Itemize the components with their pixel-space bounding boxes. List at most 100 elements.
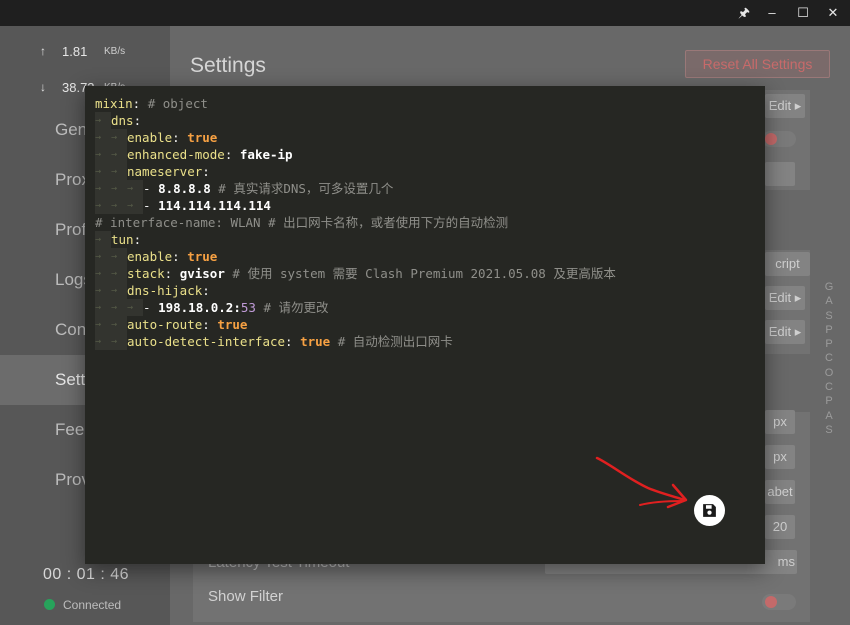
letter[interactable]: S [822, 309, 836, 323]
code-token: stack [127, 266, 165, 281]
download-arrow-icon: ↓ [40, 80, 46, 94]
minimize-button[interactable]: – [759, 2, 785, 24]
side-letter-index: G A S P P C O C P A S [822, 280, 836, 437]
code-token: : [172, 249, 188, 264]
code-token: # 使用 system 需要 Clash Premium 2021.05.08 … [232, 266, 616, 281]
sort-select[interactable]: abet [765, 480, 795, 504]
maximize-button[interactable]: ☐ [790, 2, 816, 24]
code-token: : [224, 147, 240, 162]
indent-guide-icon: → [111, 299, 127, 316]
indent-guide-icon: → [111, 180, 127, 197]
code-token: # 自动检测出口网卡 [337, 334, 453, 349]
letter[interactable]: P [822, 337, 836, 351]
code-token: : [202, 317, 218, 332]
code-token: : [172, 130, 188, 145]
indent-guide-icon: → [95, 316, 111, 333]
code-token: 198.18.0.2: [158, 300, 241, 315]
show-filter-row: Show Filter [193, 582, 810, 622]
px-input[interactable]: px [765, 410, 795, 434]
letter[interactable]: S [822, 423, 836, 437]
code-line: → → → - 114.114.114.114 [95, 197, 616, 214]
edit-button[interactable]: Edit ▸ [765, 286, 805, 310]
upload-unit: KB/s [104, 46, 126, 57]
letter[interactable]: G [822, 280, 836, 294]
upload-speed: ↑ 1.81 KB/s [0, 34, 170, 72]
indent-guide-icon: → [95, 265, 111, 282]
letter[interactable]: C [822, 351, 836, 365]
indent-guide-icon: → [111, 197, 127, 214]
indent-guide-icon: → [127, 180, 143, 197]
letter[interactable]: C [822, 380, 836, 394]
code-token: : [202, 164, 210, 179]
yaml-code-editor[interactable]: mixin: # object → dns: → → enable: true → → enha… [95, 95, 616, 350]
indent-guide-icon: → [95, 112, 111, 129]
edit-button[interactable]: Edit ▸ [765, 94, 805, 118]
code-token: - [143, 198, 159, 213]
code-token: mixin [95, 96, 133, 111]
setting-toggle[interactable] [762, 131, 796, 147]
letter[interactable]: P [822, 323, 836, 337]
indent-guide-icon: → [95, 146, 111, 163]
code-token: true [187, 249, 218, 264]
code-line: → → → - 8.8.8.8 # 真实请求DNS，可多设置几个 [95, 180, 616, 197]
px-input[interactable]: px [765, 445, 795, 469]
upload-value: 1.81 [62, 44, 88, 59]
setting-input[interactable] [765, 162, 795, 186]
page-title: Settings [190, 54, 266, 77]
code-line: → → stack: gvisor # 使用 system 需要 Clash Pre… [95, 265, 616, 282]
show-filter-toggle[interactable] [762, 594, 796, 610]
letter[interactable]: A [822, 409, 836, 423]
code-token: # 请勿更改 [263, 300, 329, 315]
number-input[interactable]: 20 [765, 515, 795, 539]
code-token: dns-hijack [127, 283, 203, 298]
code-line: → dns: [95, 112, 616, 129]
code-token: : [202, 283, 210, 298]
indent-guide-icon: → [95, 333, 111, 350]
code-line: → → enhanced-mode: fake-ip [95, 146, 616, 163]
code-token: 8.8.8.8 [158, 181, 211, 196]
code-token: 53 [240, 300, 256, 315]
letter[interactable]: A [822, 294, 836, 308]
code-line: → → dns-hijack: [95, 282, 616, 299]
close-button[interactable]: ✕ [820, 2, 846, 24]
indent-guide-icon: → [111, 265, 127, 282]
edit-button[interactable]: Edit ▸ [765, 320, 805, 344]
code-token: # 真实请求DNS，可多设置几个 [218, 181, 394, 196]
letter[interactable]: O [822, 366, 836, 380]
code-line: # interface-name: WLAN # 出口网卡名称，或者使用下方的自… [95, 214, 616, 231]
code-token: true [300, 334, 331, 349]
reset-all-settings-button[interactable]: Reset All Settings [685, 50, 830, 78]
code-token: enable [127, 249, 173, 264]
code-token: auto-detect-interface [127, 334, 286, 349]
letter[interactable]: P [822, 394, 836, 408]
indent-guide-icon: → [111, 248, 127, 265]
code-line: → → nameserver: [95, 163, 616, 180]
code-line: → → auto-route: true [95, 316, 616, 333]
indent-guide-icon: → [95, 197, 111, 214]
indent-guide-icon: → [95, 129, 111, 146]
code-line: mixin: # object [95, 95, 616, 112]
indent-guide-icon: → [111, 163, 127, 180]
indent-guide-icon: → [111, 146, 127, 163]
code-line: → → enable: true [95, 248, 616, 265]
code-line: → → enable: true [95, 129, 616, 146]
code-token: # object [147, 96, 208, 111]
floppy-disk-icon [703, 504, 716, 517]
code-token: enable [127, 130, 173, 145]
code-token: tun [111, 232, 134, 247]
code-token: : [285, 334, 301, 349]
code-token: gvisor [179, 266, 225, 281]
red-arrow-annotation [595, 456, 688, 509]
code-token: : [133, 113, 142, 128]
script-button[interactable]: cript [765, 252, 810, 276]
code-line: → → auto-detect-interface: true # 自动检测出口网卡 [95, 333, 616, 350]
pin-icon[interactable]: 🖈 [731, 2, 757, 24]
code-line: → tun: [95, 231, 616, 248]
uptime-timer: 00 : 01 : 46 [43, 566, 130, 583]
code-line: → → → - 198.18.0.2:53 # 请勿更改 [95, 299, 616, 316]
code-token: - [143, 181, 159, 196]
code-token: enhanced-mode [127, 147, 225, 162]
code-token: auto-route [127, 317, 203, 332]
indent-guide-icon: → [111, 316, 127, 333]
